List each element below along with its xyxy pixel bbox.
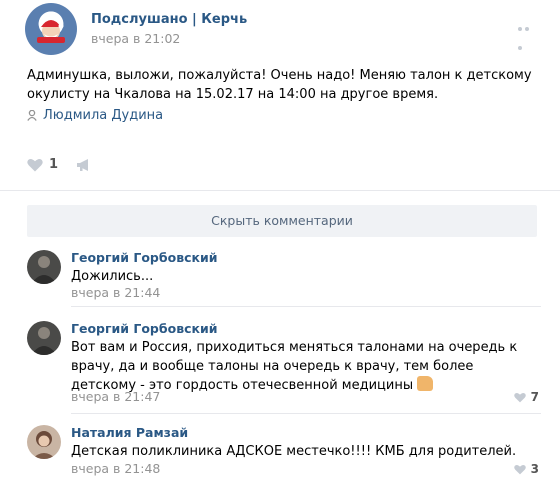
comment-text: Дожились... (71, 269, 154, 284)
comment-divider (71, 413, 541, 414)
heart-icon[interactable] (27, 158, 43, 172)
heart-icon (513, 392, 526, 402)
more-dots-icon[interactable] (518, 16, 538, 50)
comment-like-count: 7 (530, 390, 539, 404)
comment-divider (71, 306, 541, 307)
comment-item: Георгий Горбовский Дожились... вчера в 2… (27, 250, 547, 308)
signer-name[interactable]: Людмила Дудина (43, 108, 163, 123)
comment-text: Детская поликлиника АДСКОЕ местечко!!!! … (71, 444, 517, 459)
post-text: Админушка, выложи, пожалуйста! Очень над… (27, 68, 532, 102)
comment-text-body: Вот вам и Россия, приходиться меняться т… (71, 340, 518, 393)
avatar[interactable] (27, 425, 61, 459)
heart-icon (513, 464, 526, 474)
comment-timestamp[interactable]: вчера в 21:44 (71, 285, 160, 300)
megaphone-icon[interactable] (76, 158, 92, 172)
comment-author[interactable]: Георгий Горбовский (71, 250, 218, 265)
hide-comments-button[interactable]: Скрыть комментарии (27, 205, 537, 237)
post-timestamp[interactable]: вчера в 21:02 (91, 31, 180, 46)
comment-item: Наталия Рамзай Детская поликлиника АДСКО… (27, 425, 547, 483)
comment-timestamp[interactable]: вчера в 21:48 (71, 461, 160, 476)
comment-author[interactable]: Георгий Горбовский (71, 321, 218, 336)
comment-like-button[interactable]: 7 (513, 390, 539, 404)
comment-like-count: 3 (530, 462, 539, 476)
post-signer[interactable]: Людмила Дудина (27, 108, 163, 123)
comment-item: Георгий Горбовский Вот вам и Россия, при… (27, 321, 547, 414)
avatar[interactable] (27, 321, 61, 355)
comment-text: Вот вам и Россия, приходиться меняться т… (71, 338, 541, 395)
like-count: 1 (49, 157, 59, 172)
avatar[interactable] (27, 250, 61, 284)
comment-author[interactable]: Наталия Рамзай (71, 425, 188, 440)
group-avatar[interactable] (25, 3, 77, 55)
santa-logo-icon (37, 20, 65, 43)
person-icon (27, 110, 37, 121)
group-name-link[interactable]: Подслушано | Керчь (91, 12, 247, 27)
comment-like-button[interactable]: 3 (513, 462, 539, 476)
wall-post: Подслушано | Керчь вчера в 21:02 Админуш… (0, 0, 560, 484)
thumbs-up-emoji (417, 376, 434, 391)
comment-timestamp[interactable]: вчера в 21:47 (71, 389, 160, 404)
divider (0, 190, 560, 191)
post-actions: 1 (27, 157, 92, 172)
